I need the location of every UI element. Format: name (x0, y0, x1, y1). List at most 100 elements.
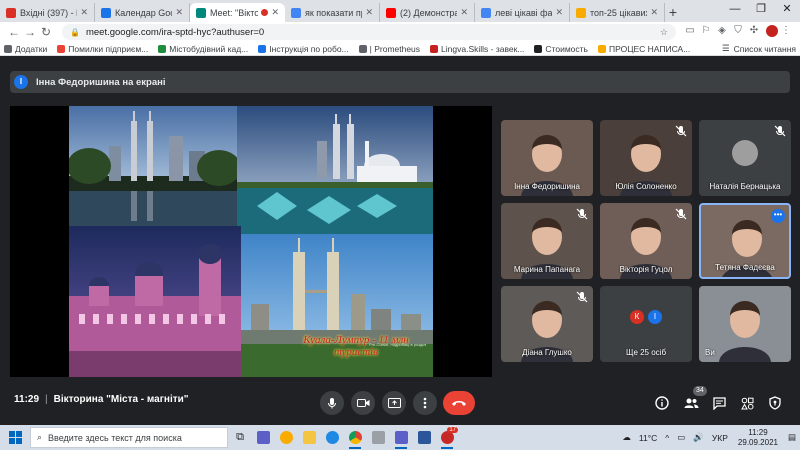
taskbar-paint[interactable] (275, 425, 297, 450)
taskbar-teams[interactable] (390, 425, 412, 450)
participant-tile[interactable]: ••• Тетяна Фадєєва (699, 203, 791, 279)
participant-name: Тетяна Фадєєва (715, 263, 775, 272)
puzzle-icon[interactable]: ✣ (746, 25, 762, 40)
participant-tile[interactable]: К І Ще 25 осіб (600, 286, 692, 362)
bookmark-item[interactable]: Стоимость (534, 44, 588, 54)
shield-extension-icon[interactable]: ⛉ (730, 25, 746, 40)
taskbar-word[interactable] (413, 425, 435, 450)
bookmark-star-icon[interactable]: ☆ (660, 27, 668, 38)
participant-name: Марина Папанага (513, 265, 581, 274)
taskbar-store[interactable] (252, 425, 274, 450)
taskbar-edge[interactable] (321, 425, 343, 450)
store-icon (256, 431, 270, 444)
forward-icon[interactable]: → (22, 25, 38, 39)
network-icon[interactable]: ▭ (677, 432, 685, 443)
bookmark-favicon-icon (57, 44, 66, 53)
browser-tab[interactable]: Вхідні (397) - lena✕ (0, 3, 95, 22)
tab-close-icon[interactable]: ✕ (80, 7, 88, 18)
taskbar-file-explorer[interactable] (298, 425, 320, 450)
browser-tab[interactable]: (2) Демонстраці✕ (380, 3, 475, 22)
tile-more-options-icon[interactable]: ••• (771, 209, 785, 223)
taskbar-opera[interactable]: 17 (436, 425, 458, 450)
tab-close-icon[interactable]: ✕ (650, 7, 658, 18)
bookmark-item[interactable]: Додатки (4, 44, 47, 54)
close-window-icon[interactable]: ✕ (774, 0, 800, 18)
reload-icon[interactable]: ↻ (38, 25, 54, 39)
browser-tab[interactable]: як показати пре✕ (285, 3, 380, 22)
bookmark-item[interactable]: | Prometheus (358, 44, 420, 54)
notifications-icon[interactable]: ▤ (788, 432, 796, 443)
meeting-details: 11:29 | Вікторина "Міста - магніти" (14, 394, 189, 405)
browser-tab[interactable]: Meet: "Вікто ✕ (190, 3, 285, 22)
taskbar-chrome[interactable] (344, 425, 366, 450)
bookmark-item[interactable]: Помилки підприєм... (57, 44, 148, 54)
slide-photo-palace (69, 226, 241, 377)
address-bar[interactable]: 🔒 meet.google.com/ira-sptd-hyc?authuser=… (62, 24, 676, 40)
presentation-stage[interactable]: Куала-Лумпур - 11 млн туристів Pre-Curso… (10, 106, 492, 377)
participant-tile[interactable]: Вікторія Гуцол (600, 203, 692, 279)
camera-indicator-icon[interactable]: ▭ (682, 25, 698, 40)
windows-logo-icon (8, 431, 22, 444)
participant-tile[interactable]: Наталія Бернацька (699, 120, 791, 196)
participant-tile[interactable]: Інна Федоришина (501, 120, 593, 196)
shield-lock-icon (769, 396, 781, 410)
menu-icon[interactable]: ⋮ (778, 25, 794, 40)
taskbar-search-input[interactable]: ⌕ Введите здесь текст для поиска (30, 427, 228, 448)
tab-label: (2) Демонстраці (400, 7, 457, 18)
avatar[interactable] (762, 24, 778, 40)
browser-tab[interactable]: Календар Google✕ (95, 3, 190, 22)
participant-tile[interactable]: Марина Папанага (501, 203, 593, 279)
tray-chevron-icon[interactable]: ^ (665, 433, 669, 443)
new-tab-button[interactable]: + (665, 3, 681, 22)
microphone-button[interactable] (320, 391, 344, 415)
maximize-icon[interactable]: ❐ (748, 0, 774, 18)
more-options-button[interactable] (413, 391, 437, 415)
tab-close-icon[interactable]: ✕ (271, 7, 279, 18)
participant-name: Вікторія Гуцол (619, 265, 673, 274)
participant-name: Інна Федоришина (514, 182, 580, 191)
language-indicator[interactable]: УКР (712, 433, 728, 443)
taskbar-recycle[interactable] (367, 425, 389, 450)
meeting-info-button[interactable] (654, 395, 670, 411)
browser-tab[interactable]: леві цікаві факт✕ (475, 3, 570, 22)
slide-photo-mosque (237, 106, 433, 234)
window-controls: — ❐ ✕ (722, 0, 800, 18)
volume-icon[interactable]: 🔊 (693, 432, 704, 443)
tab-close-icon[interactable]: ✕ (365, 7, 373, 18)
participant-tile[interactable]: Діана Глушко (501, 286, 593, 362)
translate-icon[interactable]: ⚐ (698, 25, 714, 40)
participant-name: Наталія Бернацька (709, 182, 781, 191)
participant-tile[interactable]: Юлія Солоненко (600, 120, 692, 196)
people-button[interactable] (683, 395, 699, 411)
present-screen-button[interactable] (382, 391, 406, 415)
camera-button[interactable] (351, 391, 375, 415)
chat-button[interactable] (711, 395, 727, 411)
participant-avatar: І (648, 310, 662, 324)
tab-close-icon[interactable]: ✕ (175, 7, 183, 18)
bookmark-item[interactable]: Містобудівний кад... (158, 44, 248, 54)
back-icon[interactable]: ← (6, 25, 22, 39)
tab-close-icon[interactable]: ✕ (555, 7, 563, 18)
people-count-badge: 34 (692, 385, 708, 397)
bookmark-item[interactable]: ПРОЦЕС НАПИСА... (597, 44, 690, 54)
tab-favicon-icon (481, 7, 491, 18)
reading-list-button[interactable]: Список читання (734, 44, 796, 54)
activities-button[interactable] (739, 395, 755, 411)
bookmark-item[interactable]: Інструкція по робо... (258, 44, 349, 54)
extension-icon[interactable]: ◈ (714, 25, 730, 40)
presenter-avatar: І (14, 75, 28, 89)
participant-tile[interactable]: Ви (699, 286, 791, 362)
task-view-button[interactable]: ⧉ (229, 425, 251, 450)
bookmark-item[interactable]: Lingva.Skills - завек... (430, 44, 524, 54)
browser-tab[interactable]: топ-25 цікавих ✕ (570, 3, 665, 22)
weather-text[interactable]: 11°C (639, 433, 657, 443)
tab-close-icon[interactable]: ✕ (460, 7, 468, 18)
leave-call-button[interactable] (443, 391, 475, 415)
start-button[interactable] (0, 425, 30, 450)
taskbar-clock[interactable]: 11:29 29.09.2021 (738, 428, 778, 448)
paint-icon (279, 431, 293, 444)
mic-off-icon (576, 291, 588, 303)
host-controls-button[interactable] (767, 395, 783, 411)
minimize-icon[interactable]: — (722, 0, 748, 18)
participant-name: Діана Глушко (522, 348, 572, 357)
